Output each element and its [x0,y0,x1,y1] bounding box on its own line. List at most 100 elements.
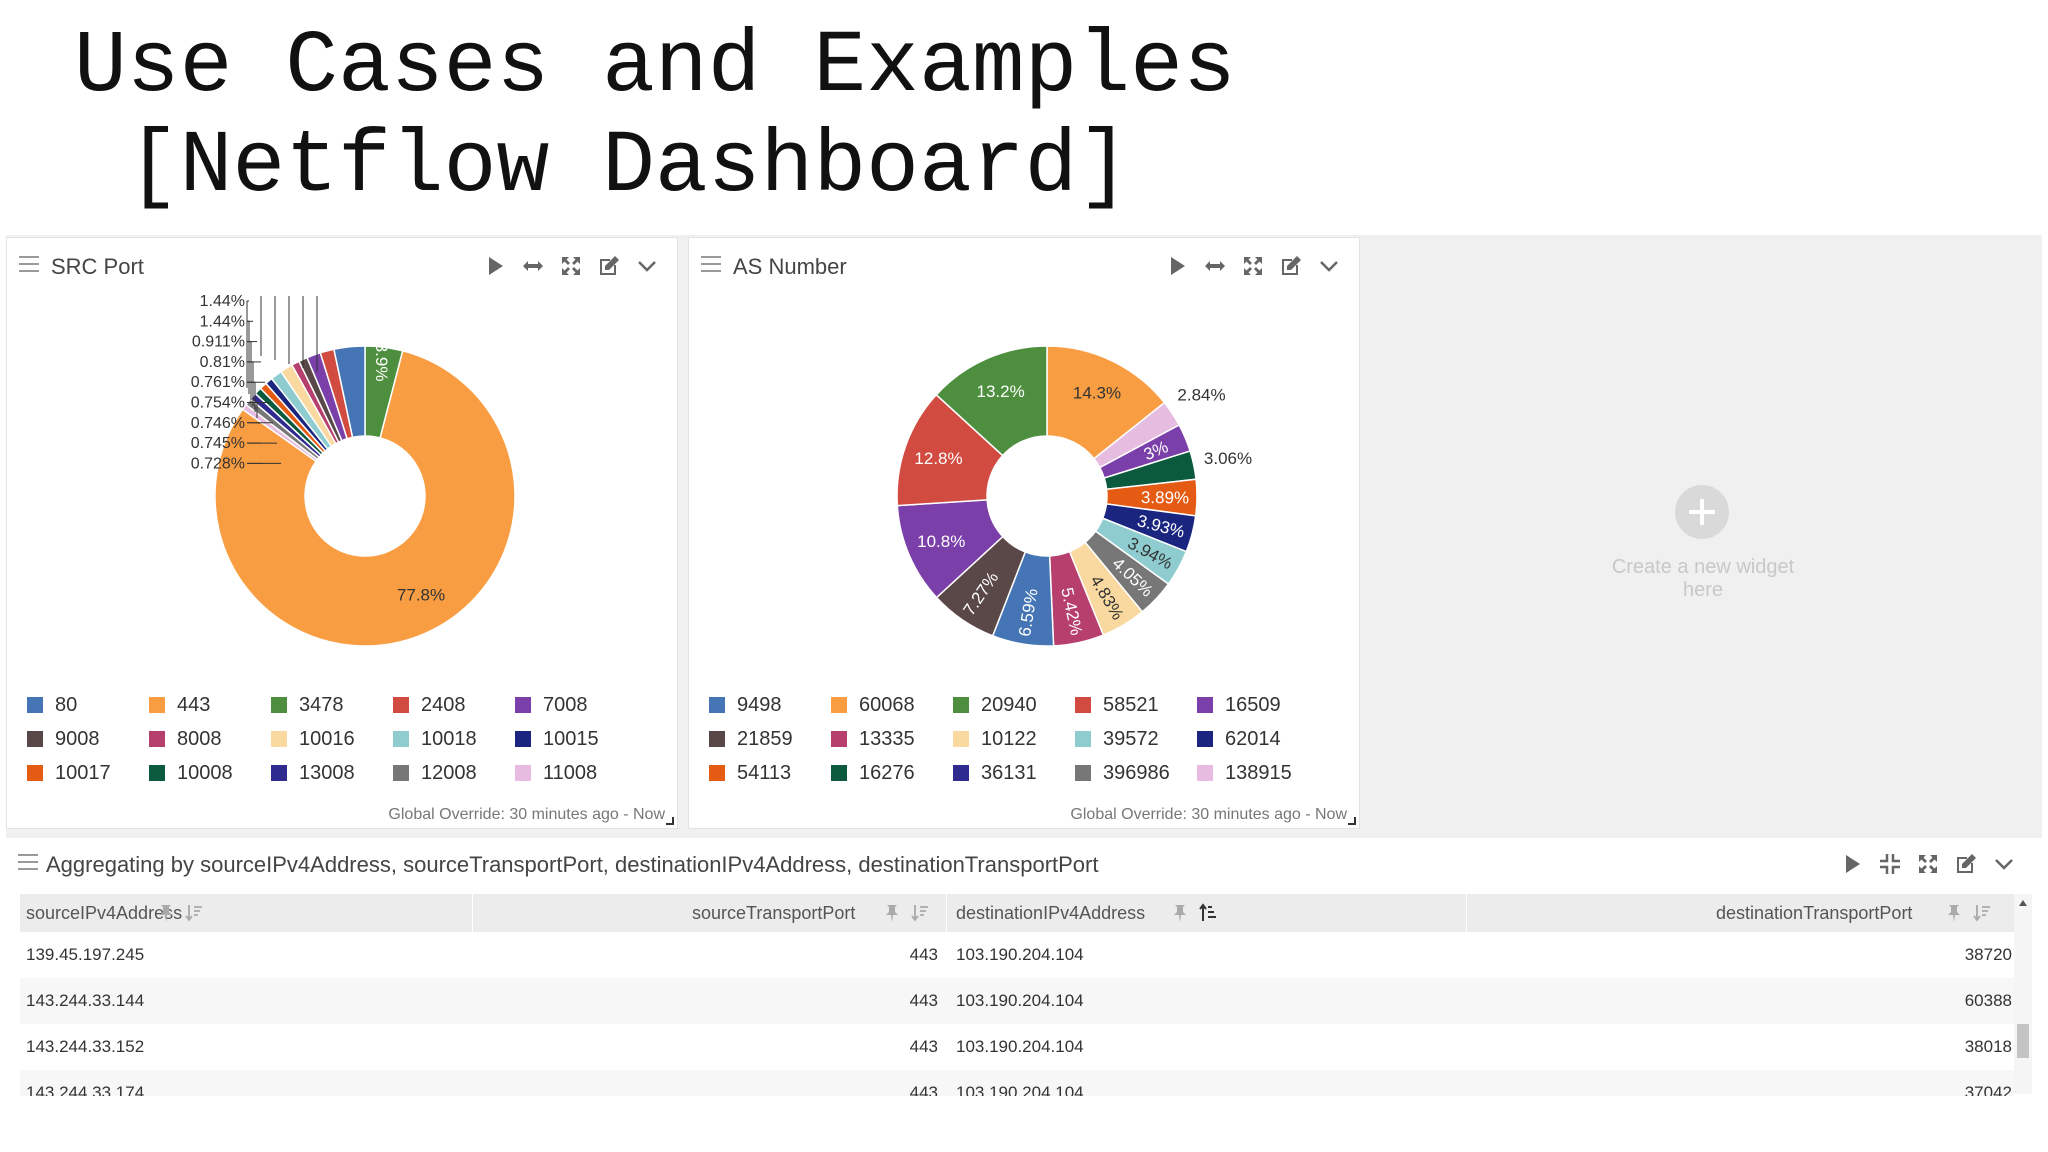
legend-item[interactable]: 3478 [271,693,393,717]
legend-swatch [515,731,531,747]
create-widget-label[interactable]: Create a new widget here [1590,556,1816,602]
table-row[interactable]: 143.244.33.152 443 103.190.204.104 38018 [20,1024,2014,1070]
legend-item[interactable]: 11008 [515,761,637,785]
column-header-source-port[interactable]: sourceTransportPort [692,894,855,932]
legend-label: 10016 [299,727,355,750]
legend-item[interactable]: 9008 [27,727,149,751]
legend-label: 58521 [1103,693,1159,716]
play-icon[interactable] [1838,850,1866,878]
table-header: sourceIPv4Address sourceTransportPort de… [20,894,2014,932]
legend-item[interactable]: 10015 [515,727,637,751]
legend-item[interactable]: 16509 [1197,693,1319,717]
legend-item[interactable]: 39572 [1075,727,1197,751]
legend-item[interactable]: 54113 [709,761,831,785]
add-widget-icon[interactable] [1675,485,1729,539]
chart-callout-label: 0.745% [191,435,245,452]
scrollbar-thumb[interactable] [2017,1024,2029,1058]
legend-swatch [271,765,287,781]
legend-item[interactable]: 10018 [393,727,515,751]
chart-data-label: 3.9% [372,343,391,382]
table-cell: 143.244.33.174 [26,1083,145,1096]
legend-item[interactable]: 36131 [953,761,1075,785]
table-cell: 143.244.33.152 [26,1037,145,1056]
legend-item[interactable]: 138915 [1197,761,1319,785]
menu-icon[interactable] [18,854,38,872]
pin-icon[interactable] [882,903,902,923]
legend-item[interactable]: 8008 [149,727,271,751]
table-row[interactable]: 143.244.33.144 443 103.190.204.104 60388 [20,978,2014,1024]
sort-icon[interactable] [1972,903,1992,923]
sort-icon[interactable] [910,903,930,923]
slide-title-line2: [Netflow Dashboard] [126,118,1131,217]
legend-swatch [953,697,969,713]
legend-label: 16276 [859,761,915,784]
widget-title: Aggregating by sourceIPv4Address, source… [46,852,1099,877]
src-port-legend: 80 443 3478 2408 7008 9008 8008 10016 10018 10015… [27,693,667,785]
chart-data-label: 13.2% [977,382,1025,401]
pin-icon[interactable] [1944,903,1964,923]
chart-data-label: 2.84% [1177,385,1225,404]
chevron-down-icon[interactable] [1990,850,2018,878]
resize-handle[interactable] [1348,817,1356,825]
legend-swatch [271,697,287,713]
sort-icon[interactable] [184,903,204,923]
legend-item[interactable]: 7008 [515,693,637,717]
chart-callout-label: 0.911% [192,334,245,351]
legend-label: 60068 [859,693,915,716]
as-number-legend: 9498 60068 20940 58521 16509 21859 13335 10122 3… [709,693,1349,785]
scroll-up-icon[interactable] [2019,900,2027,906]
legend-item[interactable]: 16276 [831,761,953,785]
legend-swatch [27,731,43,747]
legend-label: 16509 [1225,693,1281,716]
legend-item[interactable]: 21859 [709,727,831,751]
legend-swatch [515,697,531,713]
resize-handle[interactable] [666,817,674,825]
table-cell: 443 [909,991,938,1010]
legend-item[interactable]: 10008 [149,761,271,785]
table-row[interactable]: 143.244.33.174 443 103.190.204.104 37042 [20,1070,2014,1096]
column-header-destination-ip[interactable]: destinationIPv4Address [956,894,1145,932]
legend-item[interactable]: 443 [149,693,271,717]
column-header-destination-port[interactable]: destinationTransportPort [1716,894,1912,932]
legend-swatch [393,697,409,713]
widget-toolbar [1838,850,2018,878]
pin-icon[interactable] [1170,903,1190,923]
legend-item[interactable]: 62014 [1197,727,1319,751]
legend-item[interactable]: 12008 [393,761,515,785]
legend-label: 2408 [421,693,466,716]
legend-label: 54113 [737,761,792,784]
legend-swatch [1197,765,1213,781]
legend-item[interactable]: 10017 [27,761,149,785]
table-cell: 103.190.204.104 [956,1037,1084,1056]
slide-title-line1: Use Cases and Examples [74,18,1236,117]
legend-item[interactable]: 80 [27,693,149,717]
compress-icon[interactable] [1876,850,1904,878]
legend-item[interactable]: 10122 [953,727,1075,751]
legend-label: 20940 [981,693,1037,716]
legend-item[interactable]: 2408 [393,693,515,717]
legend-item[interactable]: 58521 [1075,693,1197,717]
legend-item[interactable]: 9498 [709,693,831,717]
legend-item[interactable]: 10016 [271,727,393,751]
pin-icon[interactable] [156,903,176,923]
legend-swatch [515,765,531,781]
aggregation-table-widget: Aggregating by sourceIPv4Address, source… [6,838,2042,1096]
table-row[interactable]: 139.45.197.245 443 103.190.204.104 38720 [20,932,2014,978]
legend-item[interactable]: 60068 [831,693,953,717]
chart-callout-label: 0.746% [191,415,245,432]
legend-label: 8008 [177,727,222,750]
scrollbar[interactable] [2014,894,2032,1094]
legend-label: 396986 [1103,761,1170,784]
legend-item[interactable]: 13335 [831,727,953,751]
legend-item[interactable]: 20940 [953,693,1075,717]
legend-swatch [1075,765,1091,781]
legend-label: 62014 [1225,727,1281,750]
sort-ascending-icon[interactable] [1198,903,1218,923]
legend-item[interactable]: 13008 [271,761,393,785]
expand-icon[interactable] [1914,850,1942,878]
legend-item[interactable]: 396986 [1075,761,1197,785]
edit-icon[interactable] [1952,850,1980,878]
table-cell: 37042 [1964,1083,2012,1096]
legend-swatch [393,731,409,747]
legend-label: 36131 [981,761,1037,784]
